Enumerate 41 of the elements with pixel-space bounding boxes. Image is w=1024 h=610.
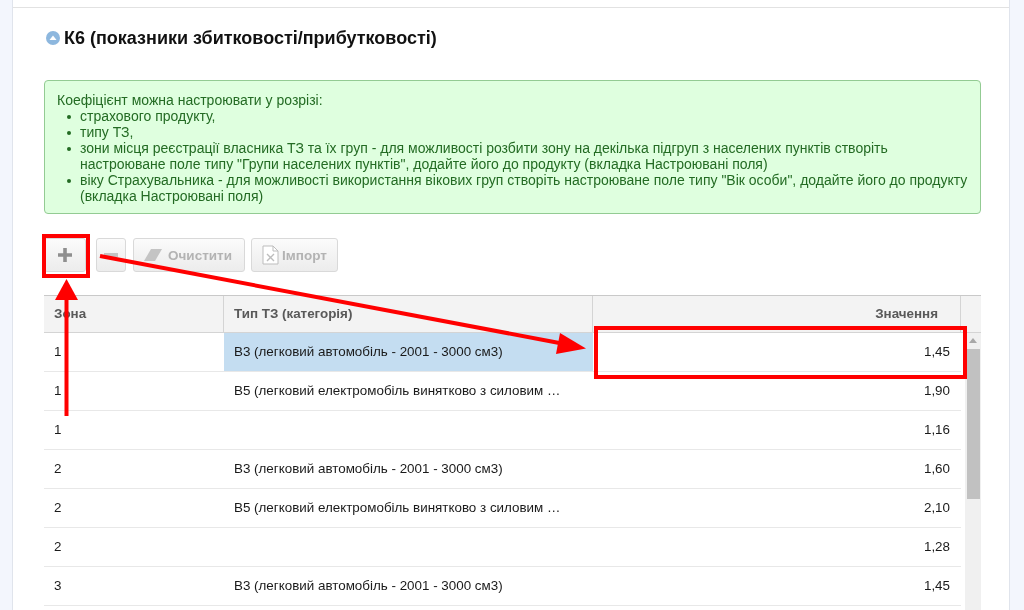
eraser-icon (144, 249, 162, 261)
bullet-icon (67, 179, 71, 183)
caret-up-icon[interactable] (46, 31, 60, 45)
value-text: 1,45 (923, 578, 950, 594)
value-text: 1,60 (923, 461, 950, 477)
bullet-icon (67, 147, 71, 151)
add-button[interactable] (44, 238, 86, 272)
table-cell: В3 (легковий автомобіль - 2001 - 3000 см3) (224, 333, 593, 371)
value-text: 1,16 (923, 422, 950, 438)
list-item-text: зони місця реєстрації власника ТЗ та їх груп - для можливості розбити зону на декілька підгруп з населених пунктів створіть настроюване поле типу "Групи населених пунктів", додайте його до продукту (вкладка Настроювані поля) (80, 140, 889, 172)
table-cell-text: 1 (53, 421, 63, 439)
scrollbar[interactable] (965, 333, 981, 610)
minus-icon (104, 253, 118, 257)
caret-up-icon[interactable] (969, 338, 977, 343)
value-text: 2,10 (923, 500, 950, 516)
section-title: К6 (показники збитковості/прибутковості) (64, 28, 437, 48)
list-item-text: віку Страхувальника - для можливості використання вікових груп створіть настроюване поле типу "Вік особи", додайте його до продукту (вкладка Настроювані поля) (80, 172, 969, 204)
list-item-text: типу ТЗ, (80, 124, 135, 140)
table-cell-text: В3 (легковий автомобіль - 2001 - 3000 см3) (233, 460, 504, 478)
scrollbar-thumb[interactable] (967, 349, 980, 499)
list-item-text: страхового продукту, (80, 108, 217, 124)
bullet-icon (67, 115, 71, 119)
table-cell-text: 1 (53, 343, 63, 361)
table-cell-text: 2 (53, 499, 63, 517)
bullet-icon (67, 131, 71, 135)
value-text: 1,45 (923, 344, 950, 360)
plus-icon (58, 248, 72, 262)
table-cell-text: В5 (легковий електромобіль винятково з силовим … (233, 499, 562, 517)
value-text: 1,28 (923, 539, 950, 555)
document-x-icon (262, 245, 279, 265)
table-cell-text: В3 (легковий автомобіль - 2001 - 3000 см3) (233, 577, 504, 595)
annotation-frame (42, 234, 90, 278)
column-header[interactable]: Значення (593, 296, 961, 332)
column-header[interactable]: Тип ТЗ (категорія) (224, 296, 593, 332)
table-cell-text: 3 (53, 577, 63, 595)
value-text: 1,90 (923, 383, 950, 399)
table-cell-text: 1 (53, 382, 63, 400)
table-cell-text: В5 (легковий електромобіль винятково з силовим … (233, 382, 562, 400)
table-cell-text: 2 (53, 538, 63, 556)
info-text: Коефіцієнт можна настроювати у розрізі: (57, 92, 324, 108)
table-cell-text: 2 (53, 460, 63, 478)
